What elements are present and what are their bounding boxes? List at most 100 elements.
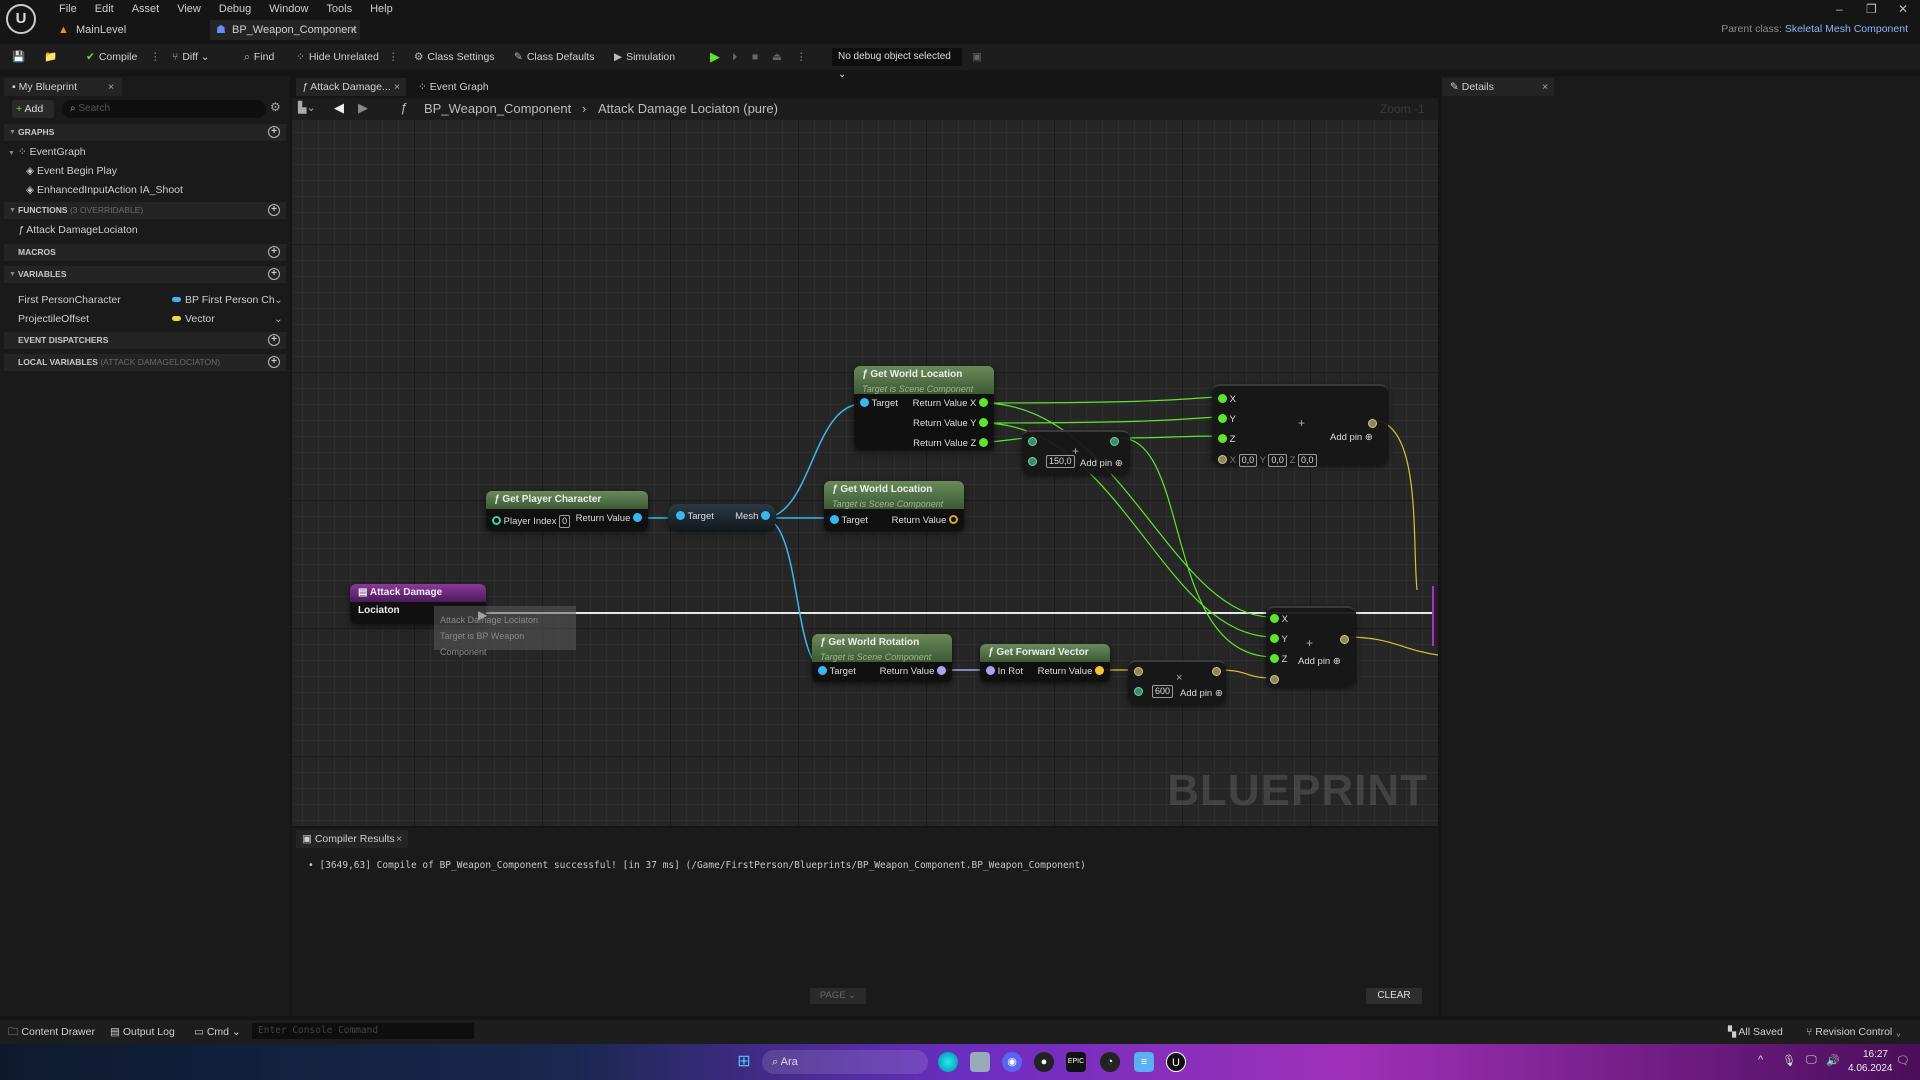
page-dropdown[interactable]: PAGE ⌄	[810, 988, 866, 1004]
microphone-icon[interactable]: 🎙	[1782, 1054, 1796, 1067]
menu-view[interactable]: View	[168, 2, 210, 16]
graph-item-event-graph[interactable]: ▼ ⁘ EventGraph	[8, 144, 86, 162]
photos-icon[interactable]	[970, 1052, 990, 1072]
pin-return-x[interactable]: Return Value X	[913, 398, 988, 410]
pin-z[interactable]: Z	[1218, 434, 1235, 446]
content-drawer-button[interactable]: 🗀 Content Drawer	[8, 1024, 95, 1040]
add-variable-icon[interactable]: +	[268, 268, 280, 280]
pin-player-index[interactable]: Player Index 0	[492, 515, 571, 528]
clear-button[interactable]: CLEAR	[1366, 988, 1422, 1004]
add-local-variable-icon[interactable]: +	[268, 356, 280, 368]
output-pin[interactable]	[1368, 418, 1377, 430]
player-index-input[interactable]: 0	[559, 515, 571, 528]
debug-object-select[interactable]: No debug object selected ⌄	[832, 48, 962, 80]
save-icon[interactable]: 💾	[12, 48, 25, 66]
pin-y[interactable]: Y	[1270, 634, 1288, 646]
pin-return-z[interactable]: Return Value Z	[913, 438, 988, 450]
minimize-button[interactable]: –	[1836, 2, 1843, 16]
input-pin[interactable]	[1028, 436, 1037, 448]
simulation-button[interactable]: ▶ Simulation	[614, 48, 675, 66]
node-add-float[interactable]: 150,0 + Add pin ⊕	[1022, 430, 1130, 474]
find-button[interactable]: ⌕ Find	[244, 48, 274, 66]
network-icon[interactable]: 🖵	[1806, 1054, 1817, 1067]
pin-target[interactable]: Target	[860, 398, 898, 410]
menu-debug[interactable]: Debug	[210, 2, 260, 16]
node-get-mesh[interactable]: Target Mesh	[668, 504, 776, 530]
pin-return-value[interactable]: Return Value	[880, 666, 946, 678]
unreal-engine-icon[interactable]: U	[1166, 1052, 1186, 1072]
tab-bp-weapon-component[interactable]: ☗ BP_Weapon_Component ×	[210, 20, 360, 40]
pin-y[interactable]: Y	[1218, 414, 1236, 426]
pin-mesh[interactable]: Mesh	[735, 511, 770, 523]
more-options-icon[interactable]: ⋮	[388, 48, 399, 66]
node-add-vector-components[interactable]: X Y Z + Add pin ⊕ X 0,0 Y 0,0 Z 0,0	[1212, 384, 1388, 467]
debug-filter-icon[interactable]: ▣	[972, 48, 982, 66]
section-macros[interactable]: MACROS +	[4, 244, 286, 261]
details-tab[interactable]: ✎ Details ×	[1442, 78, 1554, 96]
play-options-icon[interactable]: ⋮	[796, 48, 807, 66]
console-command-input[interactable]: Enter Console Command	[252, 1023, 474, 1039]
class-defaults-button[interactable]: ✎ Class Defaults	[514, 48, 595, 66]
section-variables[interactable]: ▼ VARIABLES +	[4, 266, 286, 283]
breadcrumb-root[interactable]: BP_Weapon_Component	[424, 101, 571, 116]
back-arrow-icon[interactable]: ◀	[334, 100, 344, 116]
node-get-world-location-2[interactable]: ƒ Get World Location Target is Scene Comp…	[824, 481, 964, 531]
diff-button[interactable]: ⑂ Diff ⌄	[172, 48, 210, 66]
pin-z[interactable]: Z	[1270, 654, 1287, 666]
menu-help[interactable]: Help	[361, 2, 402, 16]
tab-main-level[interactable]: ▲ MainLevel	[54, 20, 204, 40]
node-return-edge[interactable]	[1432, 586, 1438, 646]
pin-return-value[interactable]: Return Value	[576, 513, 642, 525]
add-pin-button[interactable]: Add pin ⊕	[1180, 688, 1223, 700]
tray-expand-icon[interactable]: ^	[1758, 1054, 1763, 1066]
input-pin[interactable]	[1028, 456, 1037, 468]
stop-icon[interactable]: ■	[752, 48, 758, 66]
hide-unrelated-button[interactable]: ⁘ Hide Unrelated	[296, 48, 379, 66]
input-pin[interactable]	[1134, 686, 1143, 698]
section-local-variables[interactable]: LOCAL VARIABLES (ATTACK DAMAGELOCIATON) +	[4, 354, 286, 371]
node-multiply[interactable]: 600 × Add pin ⊕	[1128, 660, 1226, 704]
close-tab-icon[interactable]: ×	[394, 78, 400, 96]
menu-tools[interactable]: Tools	[317, 2, 361, 16]
output-pin[interactable]	[1110, 436, 1119, 448]
add-button[interactable]: + Add	[12, 100, 54, 118]
revision-control-button[interactable]: ⑂ Revision Control ⌄	[1806, 1024, 1902, 1040]
notifications-icon[interactable]: 🗨	[1896, 1054, 1910, 1067]
variable-type[interactable]: Vector	[185, 311, 215, 327]
pin-x[interactable]: X	[1218, 394, 1236, 406]
epic-games-icon[interactable]: EPIC	[1066, 1052, 1086, 1072]
blueprint-graph-canvas[interactable]: ƒ Get World Location Target is Scene Comp…	[292, 120, 1438, 826]
taskbar-search[interactable]: ⌕ Ara	[762, 1050, 928, 1074]
input-pin[interactable]	[1270, 674, 1279, 686]
add-pin-button[interactable]: Add pin ⊕	[1298, 656, 1341, 668]
pin-x[interactable]: X	[1270, 614, 1288, 626]
close-panel-icon[interactable]: ×	[108, 78, 114, 96]
menu-edit[interactable]: Edit	[86, 2, 123, 16]
github-icon[interactable]: ●	[1034, 1052, 1054, 1072]
add-pin-button[interactable]: Add pin ⊕	[1330, 432, 1373, 444]
x-value-input[interactable]: 0,0	[1238, 454, 1258, 467]
step-icon[interactable]: ⏵	[732, 48, 737, 66]
add-macro-icon[interactable]: +	[268, 246, 280, 258]
class-settings-button[interactable]: ⚙ Class Settings	[414, 48, 495, 66]
node-get-player-character[interactable]: ƒ Get Player Character Player Index 0 Re…	[486, 491, 648, 531]
add-dispatcher-icon[interactable]: +	[268, 334, 280, 346]
z-value-input[interactable]: 0,0	[1298, 454, 1317, 467]
all-saved-button[interactable]: ▚ All Saved	[1728, 1024, 1783, 1040]
menu-window[interactable]: Window	[260, 2, 317, 16]
chevron-down-icon[interactable]: ⌄	[274, 311, 283, 327]
compile-options-icon[interactable]: ⋮	[150, 48, 161, 66]
notepad-icon[interactable]: ≡	[1134, 1052, 1154, 1072]
node-get-world-rotation[interactable]: ƒ Get World Rotation Target is Scene Comp…	[812, 634, 952, 682]
chevron-down-icon[interactable]: ⌄	[274, 292, 283, 308]
add-function-icon[interactable]: +	[268, 204, 280, 216]
windows-start-icon[interactable]: ⊞	[734, 1052, 754, 1072]
node-add-vector[interactable]: X Y Z + Add pin ⊕	[1266, 606, 1356, 686]
pin-in-rot[interactable]: In Rot	[986, 666, 1023, 678]
discord-icon[interactable]: ◉	[1002, 1052, 1022, 1072]
add-graph-icon[interactable]: +	[268, 126, 280, 138]
function-item-attack-damage-location[interactable]: ƒ Attack DamageLociaton	[18, 222, 138, 238]
menu-asset[interactable]: Asset	[123, 2, 169, 16]
obs-icon[interactable]: ◔	[1100, 1052, 1120, 1072]
pin-target[interactable]: Target	[830, 515, 868, 527]
